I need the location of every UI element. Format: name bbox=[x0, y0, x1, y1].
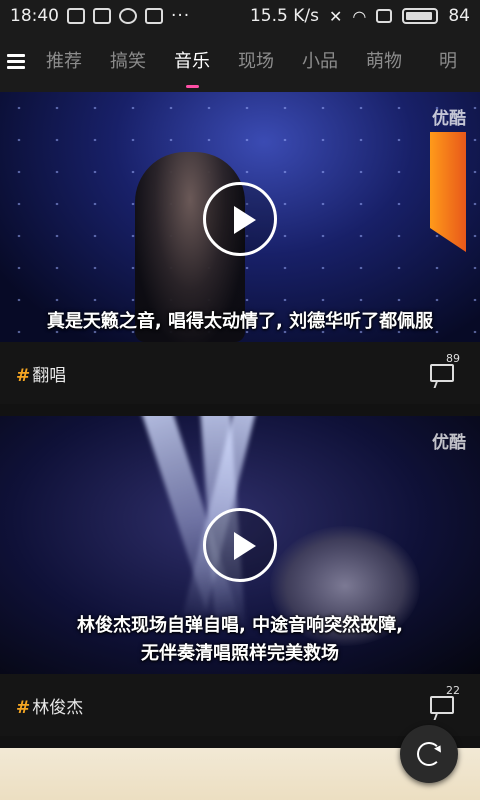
video-meta-bar: # 林俊杰 22 bbox=[0, 674, 480, 736]
video-meta-bar: # 翻唱 89 bbox=[0, 342, 480, 404]
play-icon[interactable] bbox=[203, 508, 277, 582]
video-title-line: 无伴奏清唱照样完美救场 bbox=[141, 643, 339, 664]
tab-4[interactable]: 小品 bbox=[288, 32, 352, 92]
tab-0[interactable]: 推荐 bbox=[32, 32, 96, 92]
tag-link[interactable]: # 翻唱 bbox=[16, 361, 66, 386]
refresh-button[interactable] bbox=[400, 725, 458, 783]
category-tab-bar: 推荐 搞笑 音乐 现场 小品 萌物明 bbox=[0, 32, 480, 92]
wifi-icon: ◠ bbox=[352, 6, 367, 26]
video-card[interactable]: 优酷 林俊杰现场自弹自唱, 中途音响突然故障, 无伴奏清唱照样完美救场 # 林俊杰… bbox=[0, 416, 480, 736]
tab-3[interactable]: 现场 bbox=[224, 32, 288, 92]
video-thumbnail[interactable]: 优酷 真是天籁之音, 唱得太动情了, 刘德华听了都佩服 bbox=[0, 92, 480, 342]
comment-button[interactable]: 22 bbox=[430, 684, 464, 722]
notification-icon bbox=[145, 8, 163, 24]
battery-level: 84 bbox=[448, 6, 470, 26]
youku-watermark: 优酷 bbox=[432, 433, 466, 453]
mute-icon: ✕ bbox=[328, 6, 343, 26]
tab-6[interactable]: 明 bbox=[416, 32, 480, 92]
network-speed: 15.5 K/s bbox=[249, 6, 319, 26]
tab-1[interactable]: 搞笑 bbox=[96, 32, 160, 92]
tag-label: 林俊杰 bbox=[32, 697, 84, 718]
notification-icon bbox=[67, 8, 85, 24]
status-time: 18:40 bbox=[10, 6, 59, 26]
battery-icon bbox=[402, 8, 439, 24]
youku-watermark: 优酷 bbox=[432, 109, 466, 129]
hamburger-icon bbox=[7, 54, 25, 70]
video-title-line: 林俊杰现场自弹自唱, 中途音响突然故障, bbox=[77, 615, 403, 636]
comment-icon bbox=[430, 364, 454, 382]
more-notifications-icon: ··· bbox=[171, 6, 191, 26]
comment-button[interactable]: 89 bbox=[430, 352, 464, 390]
video-thumbnail[interactable]: 优酷 林俊杰现场自弹自唱, 中途音响突然故障, 无伴奏清唱照样完美救场 bbox=[0, 416, 480, 674]
comment-count: 89 bbox=[446, 352, 460, 365]
tag-label: 翻唱 bbox=[32, 365, 67, 386]
refresh-icon bbox=[417, 742, 441, 766]
video-feed: 优酷 真是天籁之音, 唱得太动情了, 刘德华听了都佩服 # 翻唱 89 优酷 林俊… bbox=[0, 92, 480, 800]
video-title: 真是天籁之音, 唱得太动情了, 刘德华听了都佩服 bbox=[46, 311, 434, 332]
status-bar: 18:40 ··· 15.5 K/s ✕ ◠ 84 bbox=[0, 0, 480, 32]
comment-count: 22 bbox=[446, 684, 460, 697]
video-card[interactable]: 优酷 真是天籁之音, 唱得太动情了, 刘德华听了都佩服 # 翻唱 89 bbox=[0, 92, 480, 404]
video-title: 林俊杰现场自弹自唱, 中途音响突然故障, 无伴奏清唱照样完美救场 bbox=[0, 612, 480, 668]
tab-5[interactable]: 萌物 bbox=[352, 32, 416, 92]
tag-link[interactable]: # 林俊杰 bbox=[16, 693, 83, 718]
sim-icon bbox=[376, 9, 393, 23]
comment-icon bbox=[430, 696, 454, 714]
menu-button[interactable] bbox=[0, 32, 32, 92]
play-icon[interactable] bbox=[203, 182, 277, 256]
clock-icon bbox=[119, 8, 137, 24]
notification-icon bbox=[93, 8, 111, 24]
tab-2[interactable]: 音乐 bbox=[160, 32, 224, 92]
